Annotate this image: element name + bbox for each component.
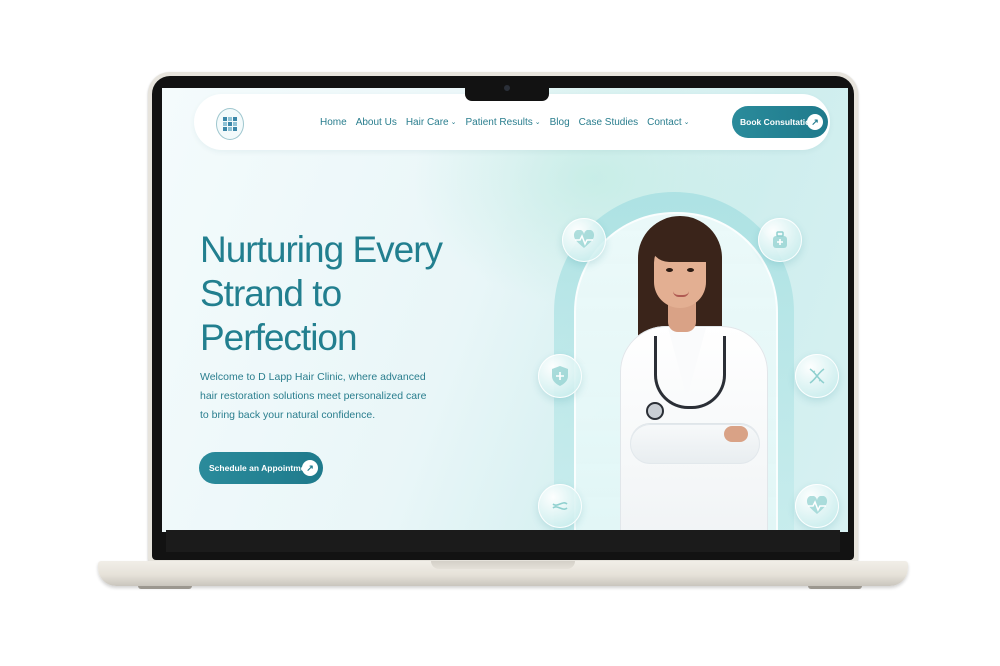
doctor-eye: [687, 268, 694, 272]
doctor-hair-front: [650, 228, 712, 262]
book-consultation-button[interactable]: Book Consultation ↗: [732, 106, 828, 138]
chevron-down-icon: ⌄: [450, 119, 457, 126]
nav-home[interactable]: Home: [320, 117, 347, 128]
nav-hair-care[interactable]: Hair Care ⌄: [406, 117, 457, 128]
arrow-up-right-icon: ↗: [807, 114, 823, 130]
nav-links: Home About Us Hair Care ⌄ Patient Results…: [320, 94, 689, 150]
nav-case-studies-label: Case Studies: [578, 116, 639, 128]
hero-description: Welcome to D Lapp Hair Clinic, where adv…: [200, 371, 427, 421]
dna-icon: [538, 484, 582, 528]
hero-title-line-1: Nurturing Every: [200, 229, 443, 270]
nav-home-label: Home: [320, 116, 347, 128]
chevron-down-icon: ⌄: [534, 119, 541, 126]
laptop-lid: Home About Us Hair Care ⌄ Patient Results…: [148, 72, 858, 564]
nav-hair-care-label: Hair Care: [405, 116, 449, 128]
hero-title-line-3: Perfection: [200, 317, 358, 358]
nav-blog[interactable]: Blog: [550, 117, 570, 128]
nav-contact-label: Contact: [647, 116, 682, 128]
nav-blog-label: Blog: [549, 116, 570, 128]
camera-icon: [504, 85, 510, 91]
heart-pulse-icon: [795, 484, 839, 528]
logo-mark-icon: [223, 117, 237, 131]
laptop-mockup: Home About Us Hair Care ⌄ Patient Results…: [0, 0, 1000, 666]
heart-pulse-icon: [562, 218, 606, 262]
laptop-foot: [808, 586, 862, 589]
dna-icon: [795, 354, 839, 398]
screen-bezel: Home About Us Hair Care ⌄ Patient Results…: [152, 76, 854, 560]
navbar: Home About Us Hair Care ⌄ Patient Results…: [194, 94, 830, 150]
schedule-appointment-label: Schedule an Appointment: [209, 463, 314, 473]
nav-patient-results[interactable]: Patient Results ⌄: [466, 117, 541, 128]
camera-notch: [465, 76, 549, 101]
nav-about-us[interactable]: About Us: [356, 117, 397, 128]
doctor-eye: [666, 268, 673, 272]
nav-patient-results-label: Patient Results: [465, 116, 533, 128]
nav-contact[interactable]: Contact ⌄: [647, 117, 689, 128]
nav-about-us-label: About Us: [355, 116, 397, 128]
shield-plus-icon: [538, 354, 582, 398]
clinic-logo[interactable]: [216, 108, 244, 140]
hero-title-line-2: Strand to: [200, 273, 342, 314]
schedule-appointment-button[interactable]: Schedule an Appointment ↗: [199, 452, 323, 484]
nav-case-studies[interactable]: Case Studies: [579, 117, 638, 128]
arrow-up-right-icon: ↗: [302, 460, 318, 476]
laptop-base: [98, 561, 908, 586]
website-screen: Home About Us Hair Care ⌄ Patient Results…: [162, 88, 848, 532]
laptop-foot: [138, 586, 192, 589]
chevron-down-icon: ⌄: [683, 119, 690, 126]
screen-chin: [166, 530, 840, 552]
doctor-hand: [724, 426, 748, 442]
stethoscope-chestpiece: [646, 402, 664, 420]
doctor-photo: [620, 216, 770, 532]
stethoscope-icon: [654, 336, 726, 409]
trackpad-notch: [431, 561, 575, 569]
hero-title: Nurturing Every Strand to Perfection: [200, 228, 500, 360]
book-consultation-label: Book Consultation: [740, 117, 816, 127]
